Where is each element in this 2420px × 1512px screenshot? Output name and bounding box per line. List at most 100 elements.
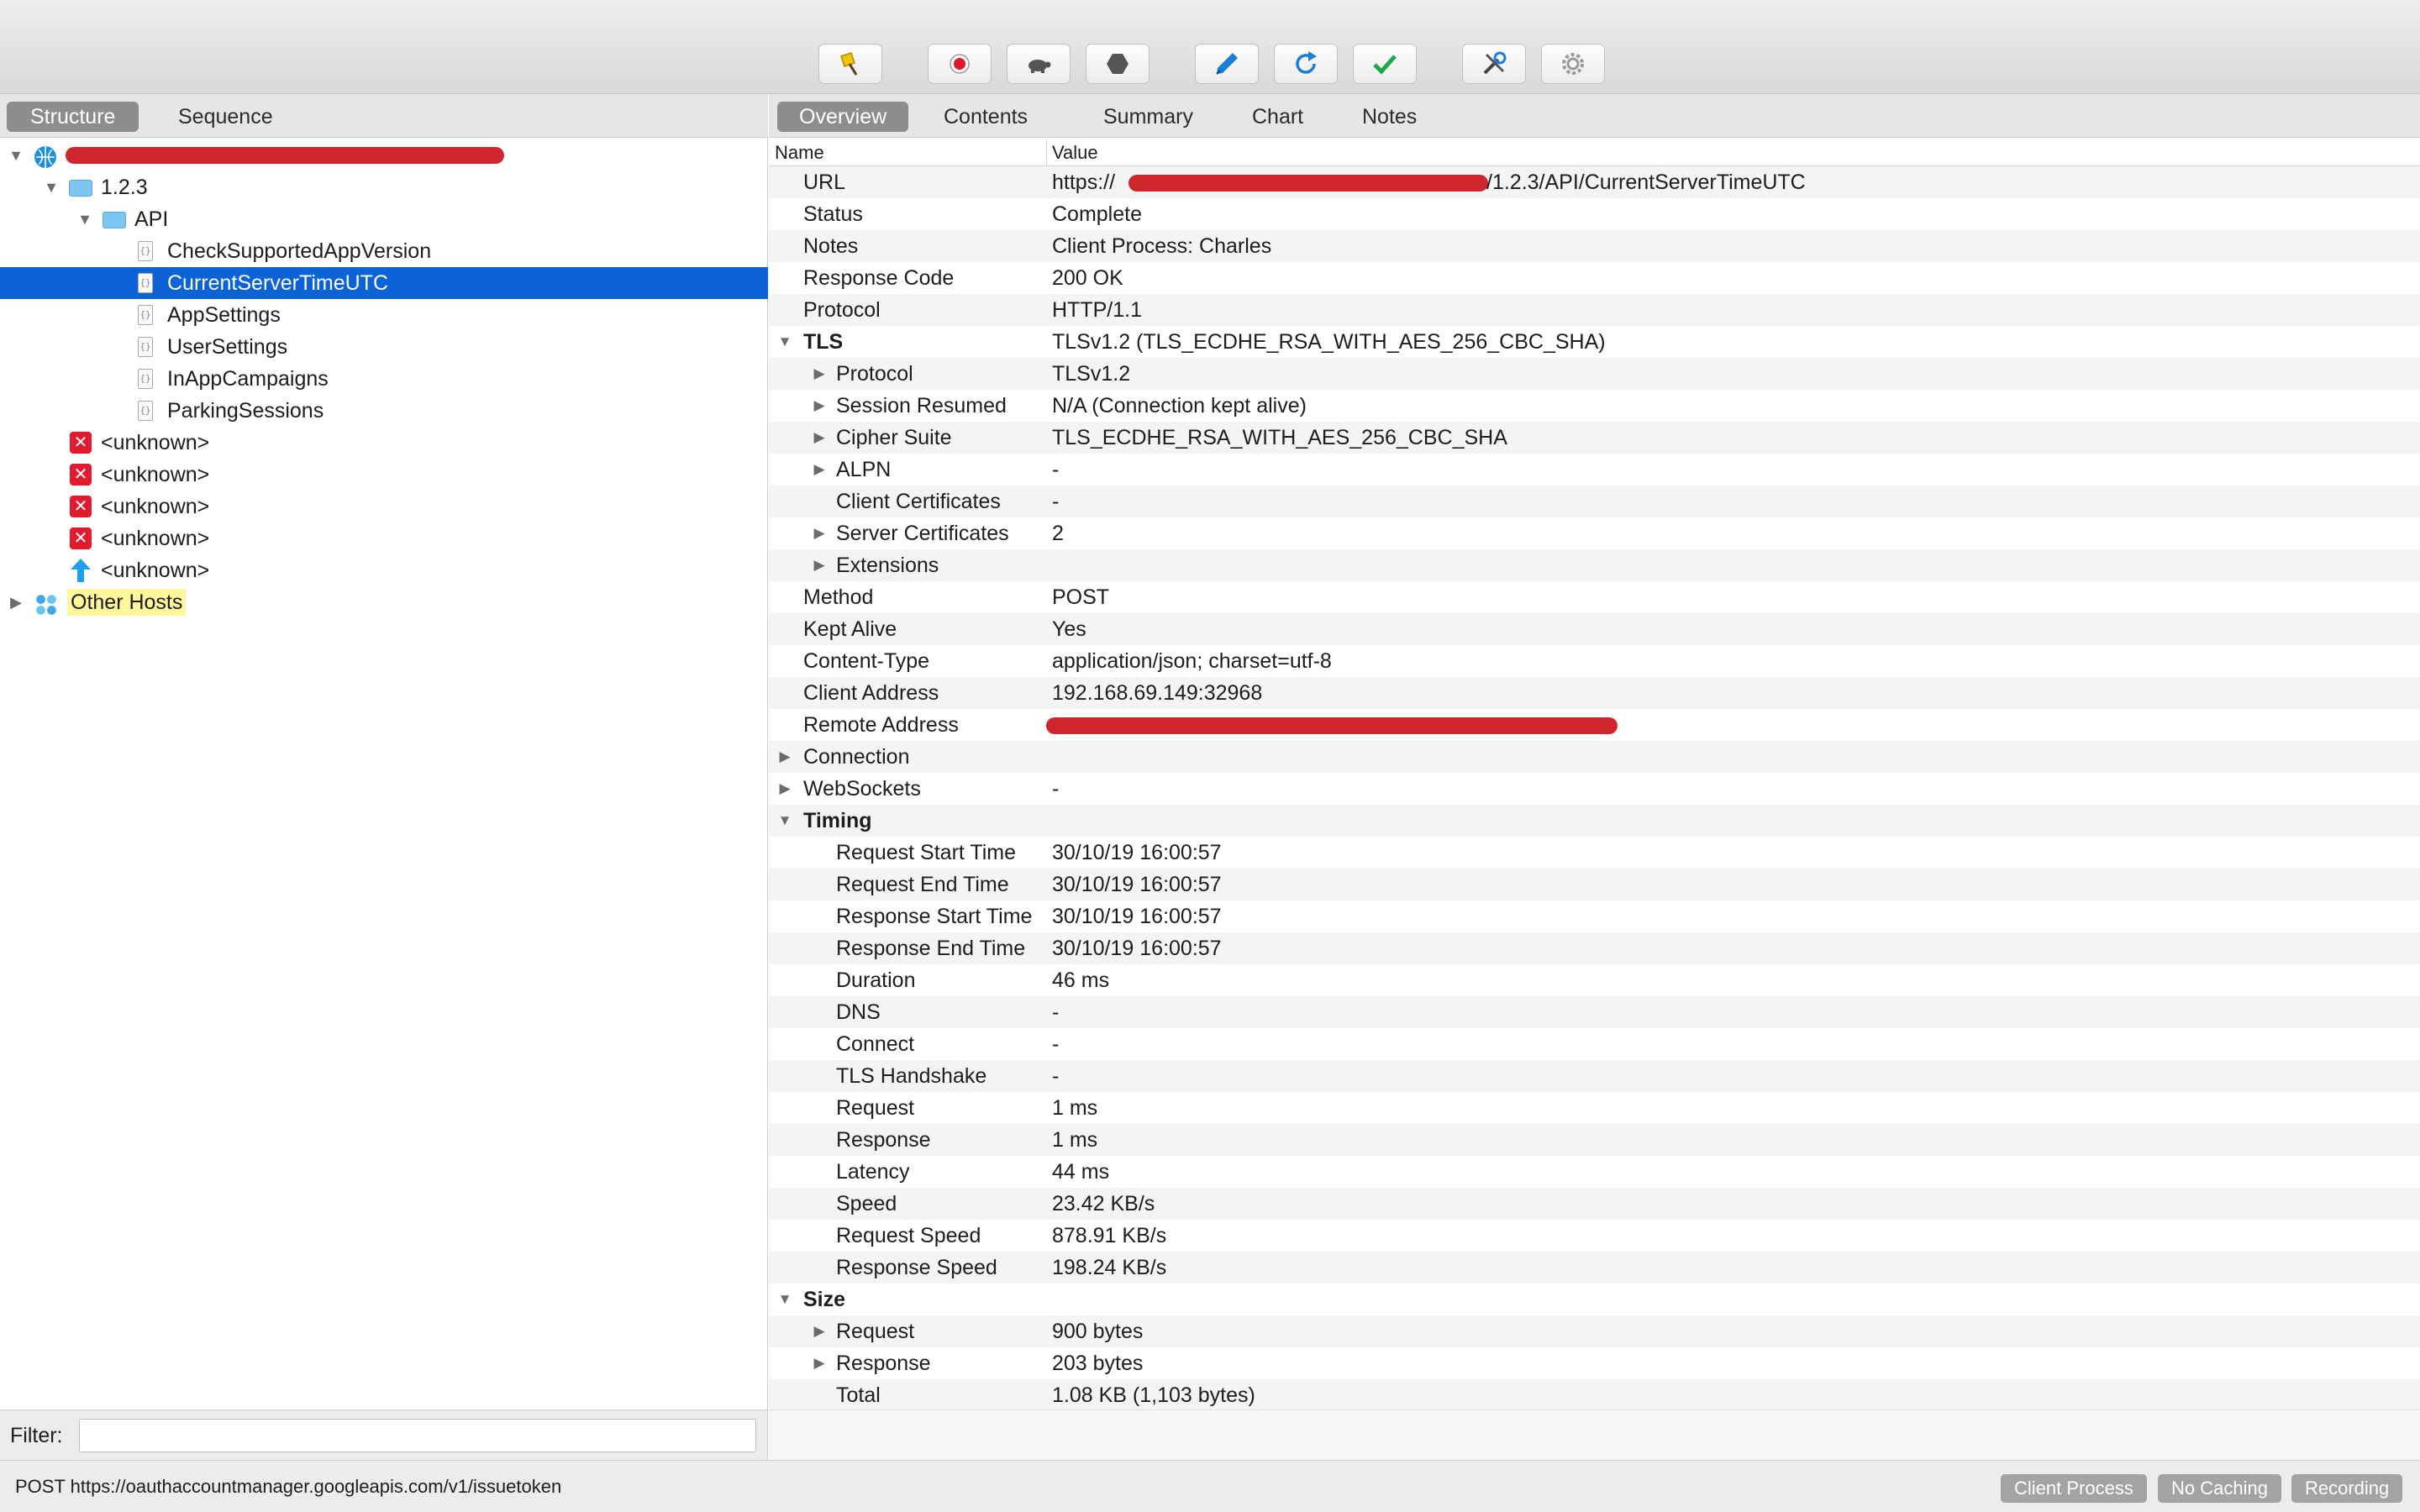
- overview-row[interactable]: Request Speed 878.91 KB/s: [769, 1220, 2420, 1252]
- disclosure-open-icon[interactable]: ▼: [776, 326, 793, 358]
- overview-row[interactable]: Request 1 ms: [769, 1092, 2420, 1124]
- overview-row[interactable]: Notes Client Process: Charles: [769, 230, 2420, 262]
- tree-row[interactable]: {} ParkingSessions: [0, 395, 768, 427]
- overview-row[interactable]: ▶ Protocol TLSv1.2: [769, 358, 2420, 390]
- overview-row[interactable]: Response 1 ms: [769, 1124, 2420, 1156]
- disclosure-closed-icon[interactable]: ▶: [811, 1315, 828, 1347]
- overview-row[interactable]: ▶ Cipher Suite TLS_ECDHE_RSA_WITH_AES_256_…: [769, 422, 2420, 454]
- no-caching-button[interactable]: No Caching: [2158, 1474, 2281, 1503]
- overview-row[interactable]: ▶ Extensions: [769, 549, 2420, 581]
- overview-row[interactable]: DNS -: [769, 996, 2420, 1028]
- tree-row[interactable]: ✕ <unknown>: [0, 522, 768, 554]
- disclosure-open-icon[interactable]: ▼: [7, 139, 25, 171]
- tree-row-label: InAppCampaigns: [167, 367, 329, 391]
- tree-row[interactable]: {} CurrentServerTimeUTC: [0, 267, 768, 299]
- overview-row[interactable]: Response Speed 198.24 KB/s: [769, 1252, 2420, 1284]
- overview-row[interactable]: ▶ WebSockets -: [769, 773, 2420, 805]
- compose-button[interactable]: [1195, 44, 1259, 84]
- overview-row[interactable]: Request End Time 30/10/19 16:00:57: [769, 869, 2420, 900]
- overview-row[interactable]: Kept Alive Yes: [769, 613, 2420, 645]
- settings-gear-icon: [1562, 53, 1584, 75]
- overview-row-name: Connection: [803, 745, 910, 769]
- validate-button[interactable]: [1353, 44, 1417, 84]
- tree-row[interactable]: {} AppSettings: [0, 299, 768, 331]
- disclosure-closed-icon[interactable]: ▶: [811, 358, 828, 390]
- disclosure-open-icon[interactable]: ▼: [76, 203, 94, 235]
- overview-row[interactable]: Connect -: [769, 1028, 2420, 1060]
- disclosure-closed-icon[interactable]: ▶: [811, 454, 828, 486]
- tools-button[interactable]: [1462, 44, 1526, 84]
- overview-row[interactable]: ▶ ALPN -: [769, 454, 2420, 486]
- disclosure-closed-icon[interactable]: ▶: [811, 390, 828, 422]
- disclosure-closed-icon[interactable]: ▶: [7, 586, 25, 618]
- overview-row[interactable]: ▼ Timing: [769, 805, 2420, 837]
- overview-row[interactable]: Response End Time 30/10/19 16:00:57: [769, 932, 2420, 964]
- overview-row[interactable]: ▼ Size: [769, 1284, 2420, 1315]
- tree-row[interactable]: <unknown>: [0, 554, 768, 586]
- disclosure-open-icon[interactable]: ▼: [776, 1284, 793, 1315]
- overview-row[interactable]: Client Address 192.168.69.149:32968: [769, 677, 2420, 709]
- tab-sequence[interactable]: Sequence: [155, 102, 297, 132]
- tree-row[interactable]: {} UserSettings: [0, 331, 768, 363]
- overview-row[interactable]: Content-Type application/json; charset=ut…: [769, 645, 2420, 677]
- clear-session-button[interactable]: [818, 44, 882, 84]
- tab-structure[interactable]: Structure: [7, 102, 139, 132]
- overview-row[interactable]: Response Code 200 OK: [769, 262, 2420, 294]
- overview-row[interactable]: Speed 23.42 KB/s: [769, 1188, 2420, 1220]
- disclosure-open-icon[interactable]: ▼: [776, 805, 793, 837]
- tab-contents[interactable]: Contents: [922, 102, 1050, 132]
- tree-row[interactable]: {} InAppCampaigns: [0, 363, 768, 395]
- tree-row[interactable]: ▼: [0, 139, 768, 171]
- overview-row[interactable]: Request Start Time 30/10/19 16:00:57: [769, 837, 2420, 869]
- disclosure-closed-icon[interactable]: ▶: [811, 517, 828, 549]
- overview-row[interactable]: Response Start Time 30/10/19 16:00:57: [769, 900, 2420, 932]
- disclosure-closed-icon[interactable]: ▶: [811, 422, 828, 454]
- overview-row[interactable]: ▶ Session Resumed N/A (Connection kept ali…: [769, 390, 2420, 422]
- tree-row[interactable]: ✕ <unknown>: [0, 427, 768, 459]
- tree-row[interactable]: ✕ <unknown>: [0, 491, 768, 522]
- recording-button[interactable]: Recording: [2291, 1474, 2403, 1503]
- overview-row[interactable]: URL https:// /1.2.3/API/CurrentServerTimeU…: [769, 166, 2420, 198]
- overview-row[interactable]: Client Certificates -: [769, 486, 2420, 517]
- disclosure-closed-icon[interactable]: ▶: [811, 1347, 828, 1379]
- overview-row[interactable]: Status Complete: [769, 198, 2420, 230]
- overview-row[interactable]: ▼ TLS TLSv1.2 (TLS_ECDHE_RSA_WITH_AES_256_…: [769, 326, 2420, 358]
- tab-overview[interactable]: Overview: [777, 102, 909, 132]
- record-button[interactable]: [928, 44, 992, 84]
- overview-row[interactable]: TLS Handshake -: [769, 1060, 2420, 1092]
- overview-row[interactable]: ▶ Response 203 bytes: [769, 1347, 2420, 1379]
- disclosure-closed-icon[interactable]: ▶: [776, 741, 793, 773]
- tree-row[interactable]: ▼ 1.2.3: [0, 171, 768, 203]
- overview-row-name: Response Start Time: [836, 905, 1033, 928]
- column-header-name[interactable]: Name: [775, 139, 824, 166]
- overview-row-name: Speed: [836, 1192, 897, 1215]
- filter-input[interactable]: [79, 1419, 756, 1452]
- column-header-value[interactable]: Value: [1052, 139, 1098, 166]
- tree-row[interactable]: ✕ <unknown>: [0, 459, 768, 491]
- tree-row[interactable]: {} CheckSupportedAppVersion: [0, 235, 768, 267]
- tree-row[interactable]: ▶ Other Hosts: [0, 586, 768, 618]
- repeat-button[interactable]: [1274, 44, 1338, 84]
- tab-chart[interactable]: Chart: [1230, 102, 1325, 132]
- overview-row[interactable]: Latency 44 ms: [769, 1156, 2420, 1188]
- disclosure-closed-icon[interactable]: ▶: [811, 549, 828, 581]
- tab-summary[interactable]: Summary: [1081, 102, 1215, 132]
- breakpoints-button[interactable]: [1086, 44, 1150, 84]
- overview-row[interactable]: ▶ Connection: [769, 741, 2420, 773]
- settings-button[interactable]: [1541, 44, 1605, 84]
- disclosure-closed-icon[interactable]: ▶: [776, 773, 793, 805]
- overview-row[interactable]: Duration 46 ms: [769, 964, 2420, 996]
- overview-row[interactable]: Protocol HTTP/1.1: [769, 294, 2420, 326]
- tree-row-label: <unknown>: [101, 463, 210, 486]
- throttle-button[interactable]: [1007, 44, 1071, 84]
- overview-row[interactable]: ▶ Server Certificates 2: [769, 517, 2420, 549]
- overview-row-value: Client Process: Charles: [1052, 234, 1272, 258]
- tree-row[interactable]: ▼ API: [0, 203, 768, 235]
- client-process-button[interactable]: Client Process: [2001, 1474, 2147, 1503]
- overview-row[interactable]: Total 1.08 KB (1,103 bytes): [769, 1379, 2420, 1411]
- overview-row[interactable]: Remote Address: [769, 709, 2420, 741]
- overview-row[interactable]: ▶ Request 900 bytes: [769, 1315, 2420, 1347]
- disclosure-open-icon[interactable]: ▼: [42, 171, 60, 203]
- overview-row[interactable]: Method POST: [769, 581, 2420, 613]
- tab-notes[interactable]: Notes: [1340, 102, 1439, 132]
